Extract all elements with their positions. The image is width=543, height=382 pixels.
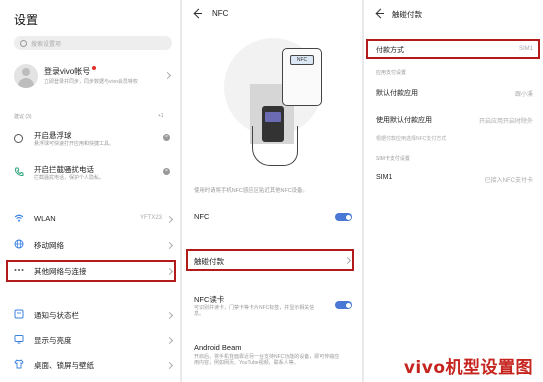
suggestion-subtitle: 拦截骚扰电话，保护个人隐私。 [34,175,105,181]
settings-row-label: 显示与亮度 [34,336,72,345]
phone-illustration: NFC [282,48,322,106]
default-app-value: 跟小溪 [514,92,533,98]
hand-illustration [252,126,298,166]
page-title: 设置 [14,13,39,27]
section-label: 应用支付设置 [376,70,407,76]
wifi-icon [14,214,24,222]
nfc-illustration: NFC [216,32,328,172]
settings-row-wlan[interactable]: WLAN YFTX23 [14,212,174,226]
notification-icon [14,309,24,319]
nfc-toggle[interactable] [335,213,352,221]
nfc-read-card-sub: 可识别并读卡，门禁卡等卡片NFC标签，并显示相关信息。 [194,305,315,318]
floating-ball-icon [14,134,23,143]
phone-icon [15,167,24,176]
suggestion-title: 开启悬浮球 [34,131,72,140]
back-button[interactable] [374,8,388,20]
page-title: NFC [212,9,229,18]
settings-row-value: YFTX23 [139,215,162,221]
back-arrow-icon [375,8,386,19]
account-subtitle: 立即登录并同步，同步数据与vivo会员特权 [44,79,138,85]
account-row[interactable]: 登录vivo帐号 立即登录并同步，同步数据与vivo会员特权 [14,64,174,88]
chevron-right-icon [165,241,174,250]
chevron-right-icon [165,361,174,370]
account-name: 登录vivo帐号 [44,67,91,76]
settings-row-desktop[interactable]: 桌面、锁屏与壁纸 [14,358,174,372]
notification-dot [92,66,97,70]
watermark: vivo机型设置图 [403,358,533,378]
settings-row-label: 通知与状态栏 [34,311,79,320]
settings-row-display[interactable]: 显示与亮度 [14,333,174,347]
search-input[interactable]: 搜索设置项 [14,36,172,50]
page-title: 触碰付款 [392,10,422,19]
suggestion-block-calls[interactable]: 开启拦截骚扰电话 拦截骚扰电话，保护个人隐私。 × [14,164,174,192]
settings-row-notifications[interactable]: 通知与状态栏 [14,308,174,322]
search-icon [20,39,27,47]
chevron-right-icon [165,215,174,224]
close-icon[interactable]: × [163,168,170,175]
chevron-right-icon [165,336,174,345]
settings-row-label: WLAN [34,214,56,223]
section-label: SIM卡支付设置 [376,156,410,162]
nfc-toggle-label: NFC [194,212,210,221]
search-placeholder: 搜索设置项 [31,41,62,48]
back-button[interactable] [192,8,206,20]
suggestion-title: 开启拦截骚扰电话 [34,165,94,174]
avatar [14,64,38,88]
shirt-icon [14,359,24,369]
settings-row-label: 移动网络 [34,241,64,250]
nfc-tag-label: NFC [290,55,314,65]
nfc-panel: NFC NFC 使用时请将手机NFC感应区贴近其他NFC设备。 NFC 触碰付款… [182,0,362,382]
nfc-description: 使用时请将手机NFC感应区贴近其他NFC设备。 [194,188,308,194]
sim1-value: 已接入NFC支付卡 [484,178,533,184]
sim1-label[interactable]: SIM1 [376,174,392,181]
settings-row-label: 桌面、锁屏与壁纸 [34,361,94,370]
close-icon[interactable]: × [163,134,170,141]
globe-icon [14,239,24,249]
use-default-label[interactable]: 使用默认付款应用 [376,115,432,125]
android-beam-label[interactable]: Android Beam [194,343,242,352]
suggestions-count: +1 [158,113,164,119]
payment-note: 根据付款应用选择NFC支付方式 [376,136,447,142]
tap-pay-panel: 触碰付款 付款方式 SIM1 应用支付设置 默认付款应用 跟小溪 使用默认付款应… [364,0,543,382]
suggestion-subtitle: 悬浮球可快速打开应用和快捷工具。 [34,141,115,147]
default-app-label[interactable]: 默认付款应用 [376,88,418,98]
back-arrow-icon [193,8,204,19]
highlight-box [6,260,176,282]
use-default-value: 开启应用开启时除外 [478,119,533,125]
settings-row-mobile-network[interactable]: 移动网络 [14,238,174,252]
nfc-read-card-label: NFC读卡 [194,295,225,304]
android-beam-sub: 开启后，将手机背面靠近另一台支持NFC功能的设备，即可传输应用内容，例如网页、Y… [194,354,340,367]
display-icon [14,335,24,344]
nfc-read-card-toggle[interactable] [335,301,352,309]
highlight-box [366,39,540,59]
settings-panel: 设置 搜索设置项 登录vivo帐号 立即登录并同步，同步数据与vivo会员特权 … [0,0,180,382]
suggestion-floating-ball[interactable]: 开启悬浮球 悬浮球可快速打开应用和快捷工具。 × [14,130,174,158]
chevron-right-icon [165,311,174,320]
chevron-right-icon [163,71,172,80]
highlight-box [186,249,354,271]
suggestions-label: 建议 (3) [14,114,32,120]
